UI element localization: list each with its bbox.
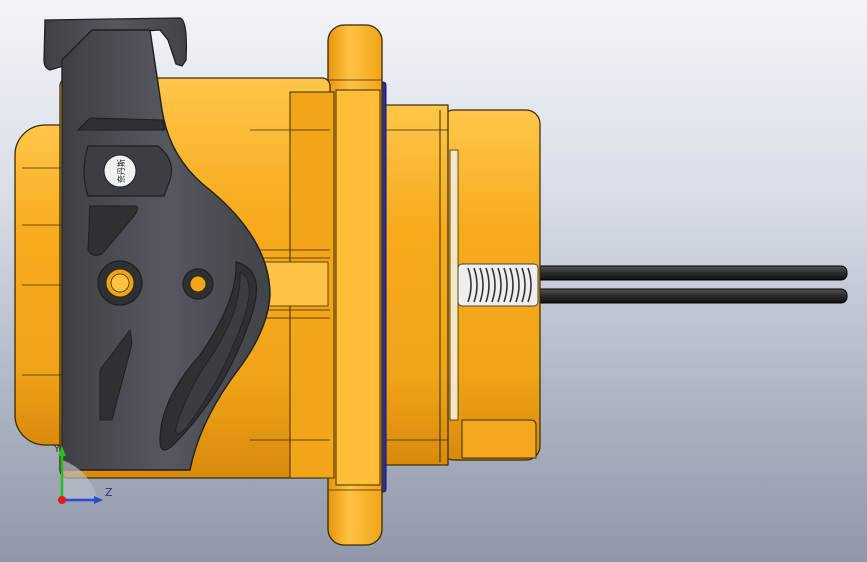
cable-spring[interactable]: [457, 263, 539, 307]
cable-upper[interactable]: [534, 265, 848, 281]
cad-viewport[interactable]: 奈丹斯 Y Z: [0, 0, 867, 562]
y-axis-label: Y: [53, 444, 61, 455]
x-axis-dot: [58, 496, 66, 504]
model-canvas[interactable]: 奈丹斯 Y Z: [0, 0, 867, 562]
logo-text: 奈丹斯: [116, 159, 126, 183]
cable-assembly[interactable]: [534, 265, 848, 304]
z-axis-label: Z: [105, 486, 113, 499]
mounting-flange[interactable]: [327, 24, 383, 546]
cable-lower[interactable]: [534, 288, 848, 304]
